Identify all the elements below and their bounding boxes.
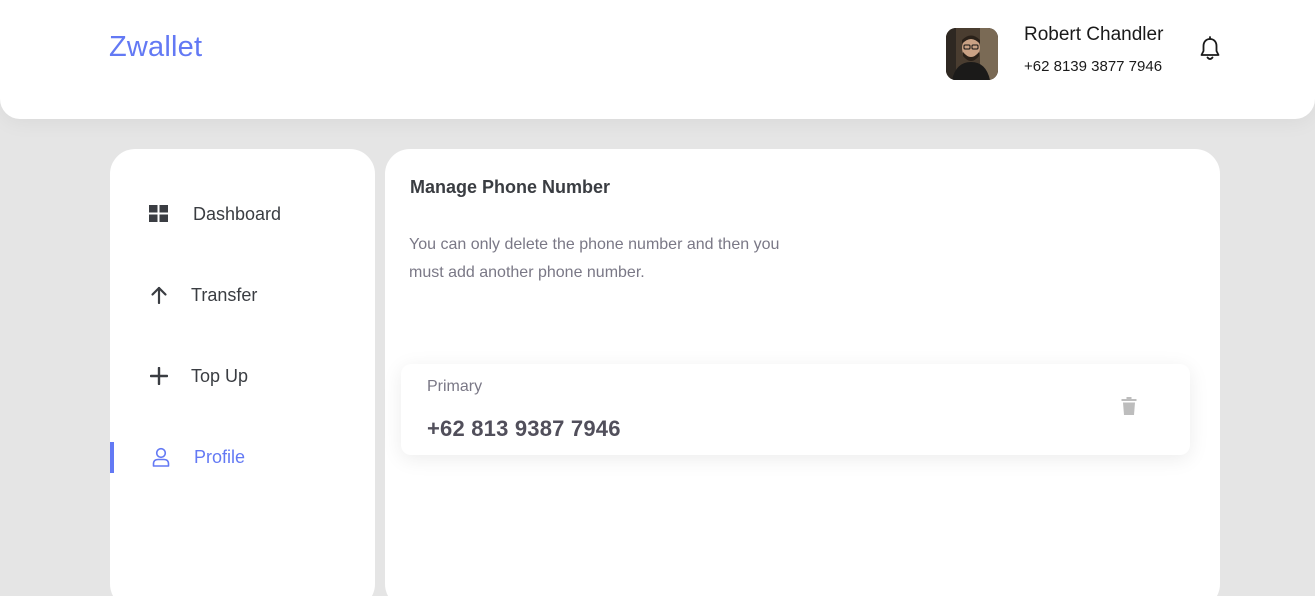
grid-icon — [148, 203, 170, 225]
phone-label: Primary — [427, 378, 483, 395]
notification-button[interactable] — [1198, 36, 1222, 62]
user-phone: +62 8139 3877 7946 — [1024, 58, 1163, 75]
sidebar-item-label: Profile — [194, 446, 246, 467]
active-indicator — [110, 441, 114, 473]
sidebar-item-transfer[interactable]: Transfer — [110, 279, 375, 311]
user-icon — [150, 446, 172, 468]
sidebar-item-profile[interactable]: Profile — [110, 441, 375, 473]
sidebar-item-label: Dashboard — [193, 203, 282, 224]
sidebar-item-label: Top Up — [191, 365, 249, 386]
trash-icon — [1121, 397, 1137, 415]
top-header: Zwallet Robert Chandler +62 8139 3877 79… — [0, 0, 1315, 119]
sidebar-item-dashboard[interactable]: Dashboard — [110, 198, 375, 230]
main-panel: Manage Phone Number You can only delete … — [385, 149, 1220, 596]
brand-logo[interactable]: Zwallet — [109, 31, 202, 64]
avatar-photo-icon — [946, 28, 998, 80]
user-avatar[interactable] — [946, 28, 998, 80]
sidebar-item-label: Transfer — [191, 284, 258, 305]
plus-icon — [148, 365, 170, 387]
phone-number: +62 813 9387 7946 — [427, 416, 621, 441]
sidebar-item-topup[interactable]: Top Up — [110, 360, 375, 392]
delete-phone-button[interactable] — [1120, 396, 1138, 416]
page-title: Manage Phone Number — [410, 177, 611, 197]
bell-icon — [1200, 36, 1220, 60]
arrow-up-icon — [148, 284, 170, 306]
phone-card: Primary +62 813 9387 7946 — [401, 364, 1190, 455]
sidebar: Dashboard Transfer Top Up Profile — [110, 149, 375, 596]
page-description: You can only delete the phone number and… — [409, 236, 780, 281]
user-name: Robert Chandler — [1024, 24, 1164, 45]
